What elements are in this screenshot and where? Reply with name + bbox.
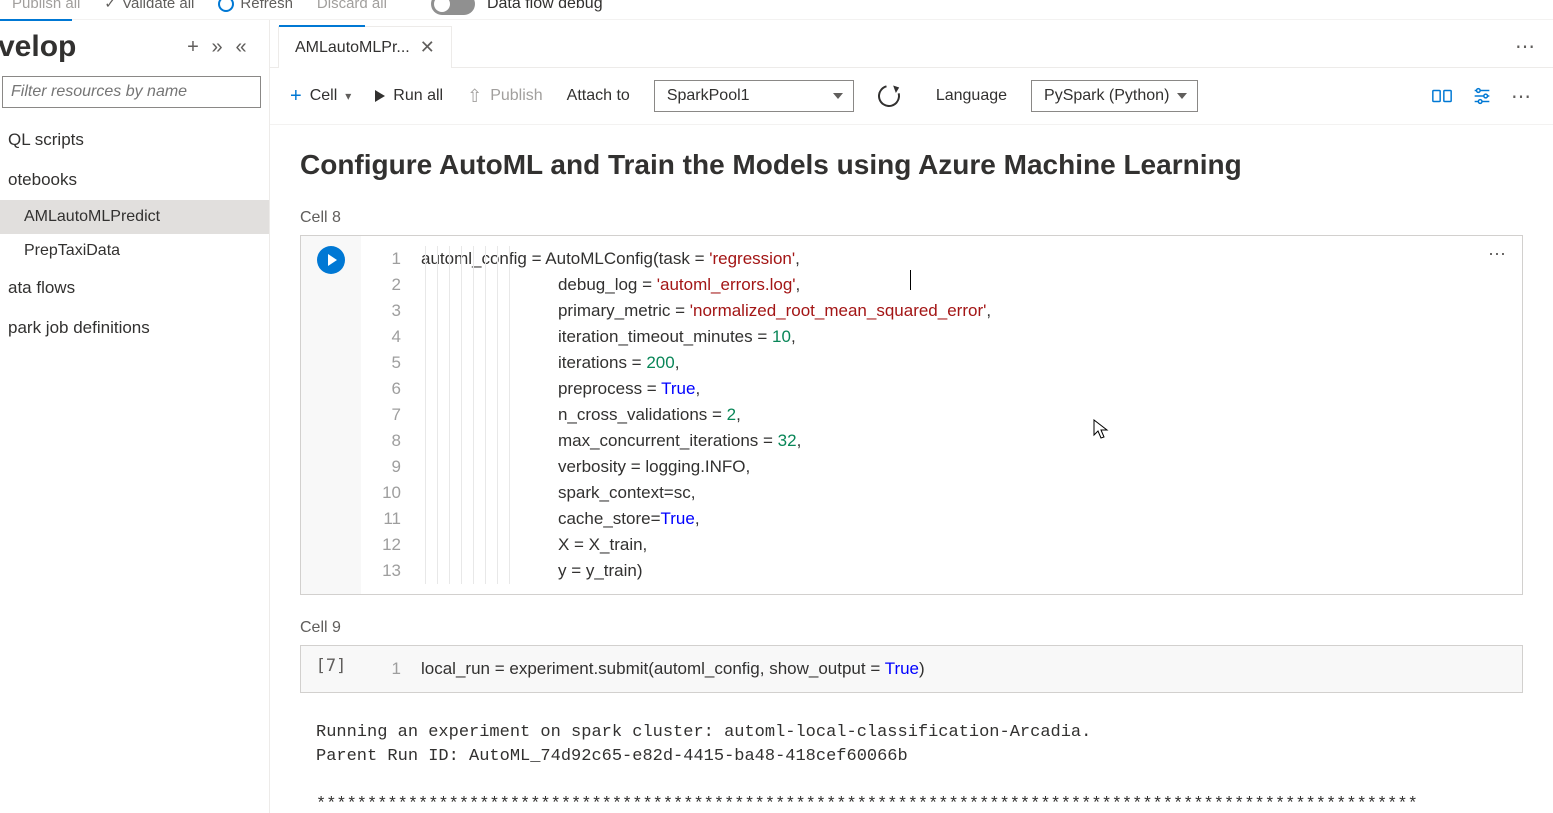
attach-to-label: Attach to <box>567 87 630 105</box>
play-icon <box>375 90 385 102</box>
command-bar: Publish all ✓Validate all Refresh Discar… <box>0 0 1553 20</box>
code-line: 2 debug_log = 'automl_errors.log', <box>377 272 1506 298</box>
session-refresh-icon[interactable] <box>874 81 904 111</box>
code-editor-8[interactable]: ⋯ 1automl_config = AutoMLConfig(task = '… <box>361 236 1522 594</box>
code-editor-9[interactable]: 1local_run = experiment.submit(automl_co… <box>361 646 1522 692</box>
code-line: 13 y = y_train) <box>377 558 1506 584</box>
debug-label: Data flow debug <box>487 0 603 13</box>
code-line: 9 verbosity = logging.INFO, <box>377 454 1506 480</box>
cell-output: Running an experiment on spark cluster: … <box>300 717 1523 813</box>
run-all-button[interactable]: Run all <box>375 87 443 105</box>
tab-close-icon[interactable]: ✕ <box>420 37 435 58</box>
chevron-down-icon: ▾ <box>345 89 351 103</box>
sidebar: velop + » « QL scripts otebooks AMLautoM… <box>0 20 270 813</box>
cell-8-label: Cell 8 <box>300 209 1523 227</box>
add-resource-button[interactable]: + <box>181 35 205 59</box>
refresh-icon <box>218 0 234 12</box>
collapse-sidebar-icon[interactable]: « <box>229 35 253 59</box>
notebook-heading: Configure AutoML and Train the Models us… <box>300 149 1523 181</box>
validate-all-button[interactable]: ✓Validate all <box>104 0 194 12</box>
exec-count-9: [7] <box>316 656 347 676</box>
tree-sql-scripts[interactable]: QL scripts <box>0 120 269 160</box>
variables-icon[interactable] <box>1431 85 1453 107</box>
code-line: 7 n_cross_validations = 2, <box>377 402 1506 428</box>
code-line: 8 max_concurrent_iterations = 32, <box>377 428 1506 454</box>
code-line: 1local_run = experiment.submit(automl_co… <box>377 656 1506 682</box>
code-line: 3 primary_metric = 'normalized_root_mean… <box>377 298 1506 324</box>
settings-icon[interactable] <box>1471 85 1493 107</box>
code-line: 12 X = X_train, <box>377 532 1506 558</box>
filter-input[interactable] <box>2 76 261 108</box>
code-line: 4 iteration_timeout_minutes = 10, <box>377 324 1506 350</box>
publish-all-button[interactable]: Publish all <box>12 0 80 12</box>
tree-spark-jobs[interactable]: park job definitions <box>0 308 269 348</box>
publish-active-indicator <box>0 19 72 21</box>
language-label: Language <box>936 87 1007 105</box>
notebook-more-button[interactable]: ⋯ <box>1511 84 1533 109</box>
debug-toggle[interactable] <box>431 0 475 15</box>
notebook-toolbar: + Cell ▾ Run all ⇧ Publish Attach to Spa… <box>270 68 1553 125</box>
language-select[interactable]: PySpark (Python) <box>1031 80 1198 112</box>
notebook-body: Configure AutoML and Train the Models us… <box>270 125 1553 813</box>
tabs-more-button[interactable]: ⋯ <box>1515 34 1537 59</box>
cell-8-more-button[interactable]: ⋯ <box>1488 244 1508 265</box>
run-cell-8-button[interactable] <box>317 246 345 274</box>
tab-automl[interactable]: AMLautoMLPr... ✕ <box>278 26 452 68</box>
publish-notebook-button[interactable]: ⇧ Publish <box>467 86 543 107</box>
code-line: 10 spark_context=sc, <box>377 480 1506 506</box>
tree-item-preptaxi[interactable]: PrepTaxiData <box>0 234 269 268</box>
tree-notebooks[interactable]: otebooks <box>0 160 269 200</box>
sidebar-title: velop <box>0 30 181 64</box>
refresh-button[interactable]: Refresh <box>218 0 293 12</box>
expand-all-icon[interactable]: » <box>205 35 229 59</box>
tree-data-flows[interactable]: ata flows <box>0 268 269 308</box>
code-line: 6 preprocess = True, <box>377 376 1506 402</box>
code-cell-8[interactable]: ⋯ 1automl_config = AutoMLConfig(task = '… <box>300 235 1523 595</box>
code-line: 11 cache_store=True, <box>377 506 1506 532</box>
tree-item-automl[interactable]: AMLautoMLPredict <box>0 200 269 234</box>
tab-bar: AMLautoMLPr... ✕ ⋯ <box>270 20 1553 68</box>
cell-9-label: Cell 9 <box>300 619 1523 637</box>
code-line: 1automl_config = AutoMLConfig(task = 're… <box>377 246 1506 272</box>
code-cell-9[interactable]: [7] 1local_run = experiment.submit(autom… <box>300 645 1523 693</box>
tab-progress-bar <box>279 25 365 27</box>
spark-pool-select[interactable]: SparkPool1 <box>654 80 854 112</box>
discard-all-button[interactable]: Discard all <box>317 0 387 12</box>
tab-label: AMLautoMLPr... <box>295 39 410 57</box>
upload-icon: ⇧ <box>467 86 482 107</box>
add-cell-button[interactable]: + Cell ▾ <box>290 85 351 108</box>
code-line: 5 iterations = 200, <box>377 350 1506 376</box>
plus-icon: + <box>290 85 302 108</box>
